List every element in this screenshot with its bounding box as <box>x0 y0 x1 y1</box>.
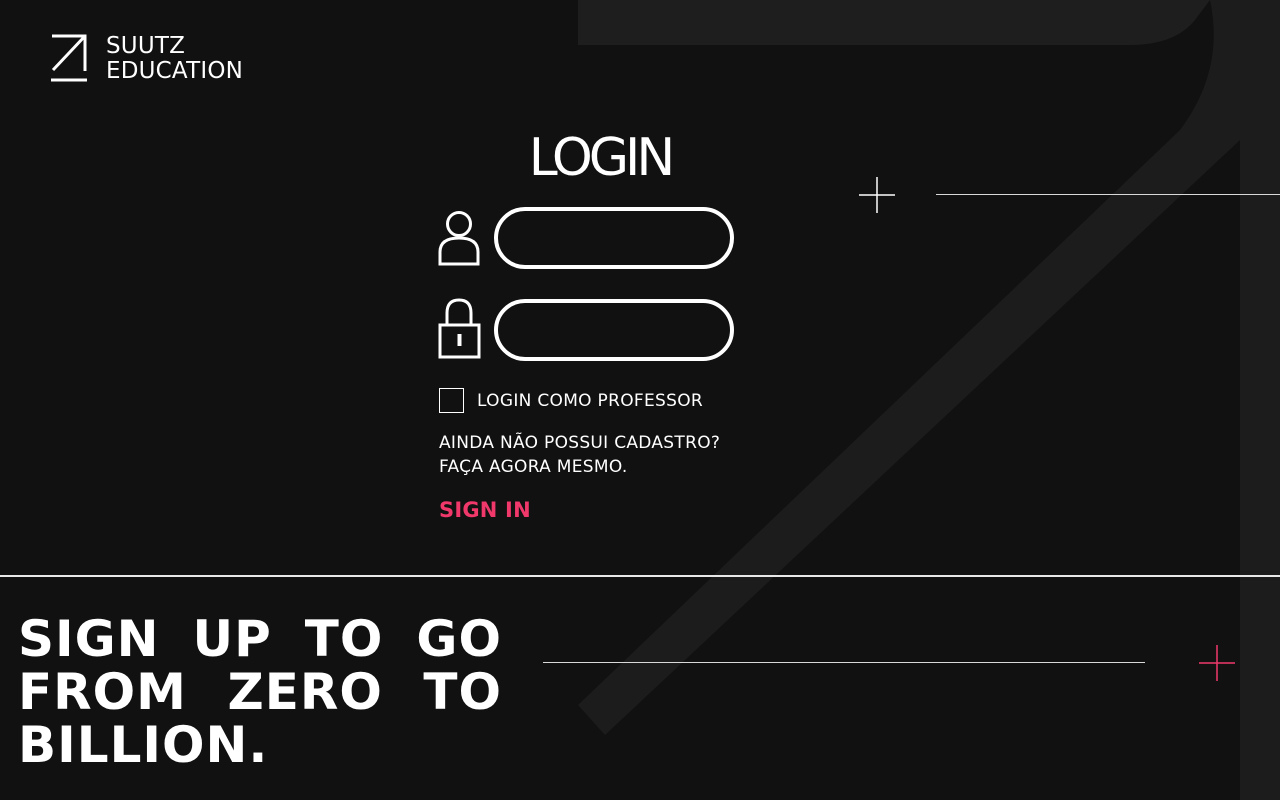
brand-name-line2: EDUCATION <box>106 58 244 84</box>
divider-line-top-right <box>936 194 1280 195</box>
teacher-login-label[interactable]: LOGIN COMO PROFESSOR <box>477 391 703 411</box>
slogan: SIGN UP TO GO FROM ZERO TO BILLION. <box>18 613 502 772</box>
password-row <box>438 298 734 361</box>
slogan-word: BILLION. <box>18 716 269 774</box>
brand-name-line1: SUUTZ <box>106 33 186 59</box>
accent-plus-icon <box>1199 645 1235 681</box>
divider-line-bottom <box>543 662 1145 663</box>
lock-icon <box>438 298 482 360</box>
login-page: SUUTZ EDUCATION LOGIN LOGIN COMO PROFESS… <box>0 0 1280 800</box>
section-divider <box>0 575 1280 577</box>
slogan-line-1: SIGN UP TO GO <box>18 613 502 666</box>
user-icon <box>438 208 482 268</box>
slogan-word: FROM <box>18 663 187 721</box>
signup-prompt: AINDA NÃO POSSUI CADASTRO? FAÇA AGORA ME… <box>439 431 720 479</box>
slogan-word: GO <box>416 610 502 668</box>
signup-prompt-line2: FAÇA AGORA MESMO. <box>439 457 628 477</box>
plus-icon <box>859 177 895 213</box>
sign-in-button[interactable]: SIGN IN <box>439 498 531 522</box>
teacher-login-option[interactable]: LOGIN COMO PROFESSOR <box>439 388 703 413</box>
logo-arrow-icon <box>51 34 87 82</box>
slogan-word: TO <box>304 610 384 668</box>
slogan-line-2: FROM ZERO TO <box>18 666 502 719</box>
signup-prompt-line1: AINDA NÃO POSSUI CADASTRO? <box>439 433 721 453</box>
brand-name: SUUTZ EDUCATION <box>106 34 243 84</box>
page-title: LOGIN <box>528 128 676 188</box>
brand-logo[interactable]: SUUTZ EDUCATION <box>50 34 243 84</box>
slogan-word: SIGN <box>18 610 160 668</box>
username-input[interactable] <box>494 207 734 269</box>
slogan-word: UP <box>192 610 272 668</box>
username-row <box>438 207 734 269</box>
password-input[interactable] <box>494 299 734 361</box>
slogan-line-3: BILLION. <box>18 719 502 772</box>
slogan-word: ZERO <box>227 663 383 721</box>
teacher-login-checkbox[interactable] <box>439 388 464 413</box>
slogan-word: TO <box>423 663 502 721</box>
